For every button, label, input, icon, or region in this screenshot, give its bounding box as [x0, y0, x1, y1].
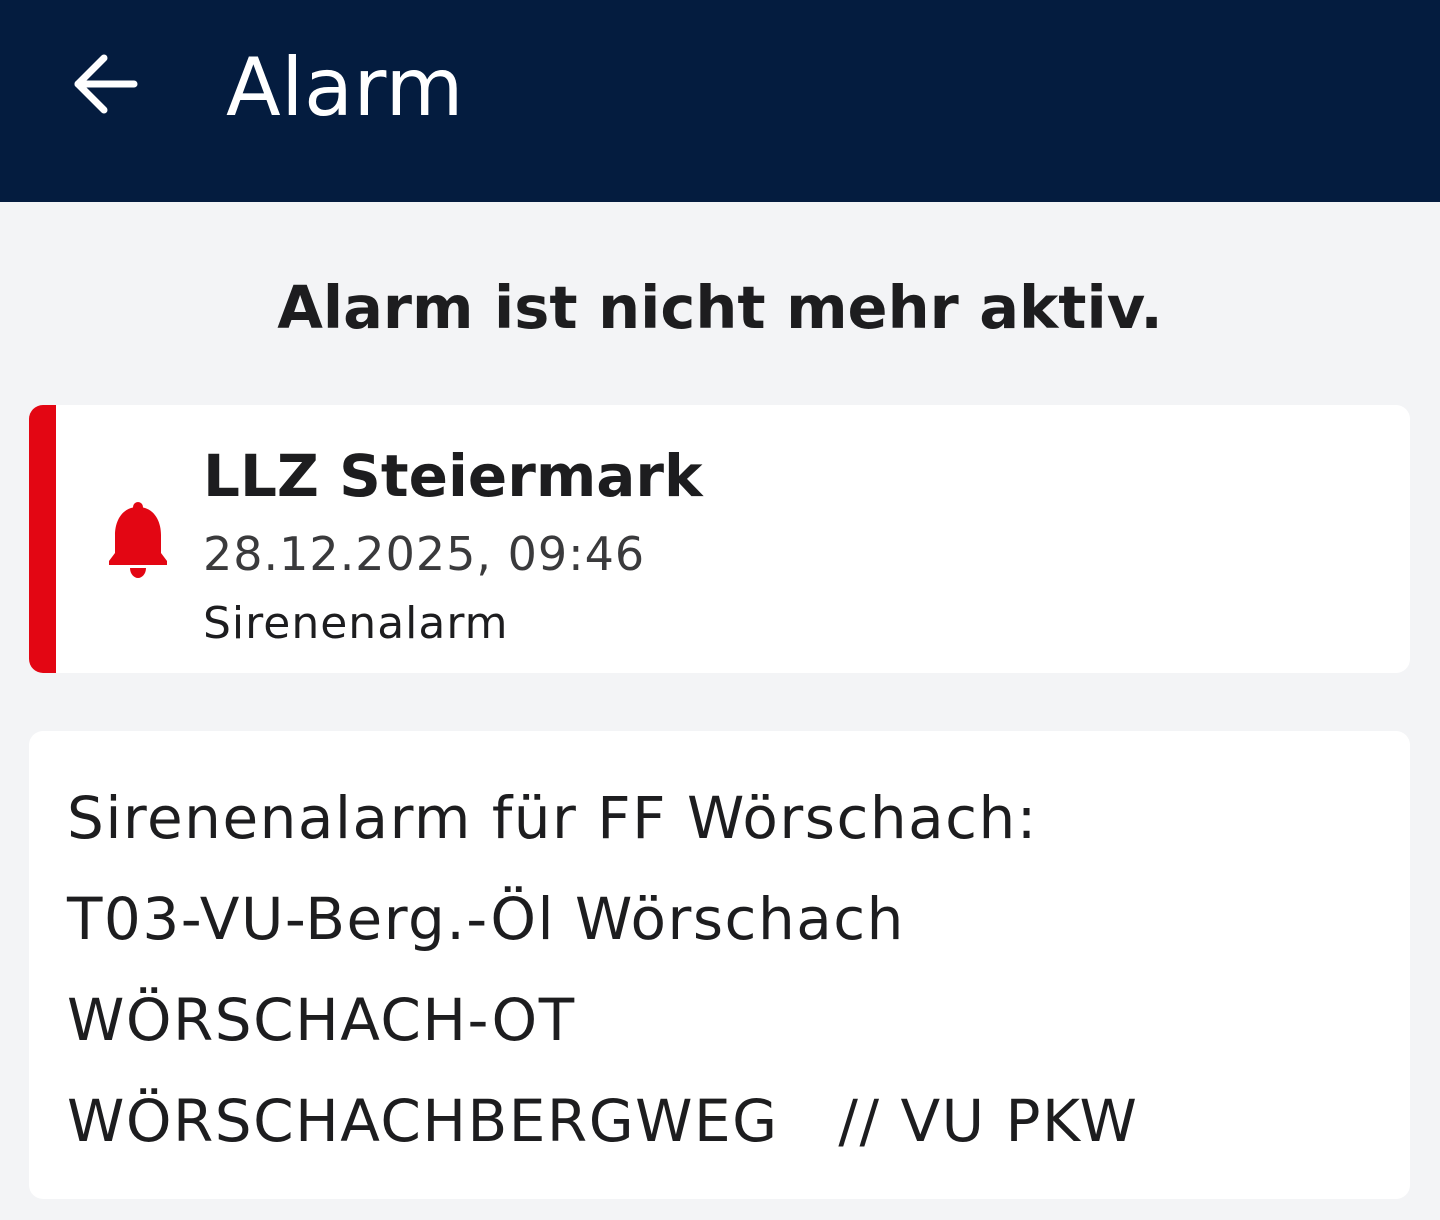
arrow-left-icon — [74, 54, 138, 114]
message-line: WÖRSCHACHBERGWEG // VU PKW — [67, 1087, 1139, 1155]
message-line: T03-VU-Berg.-Öl Wörschach — [67, 885, 905, 953]
alarm-card[interactable]: LLZ Steiermark 28.12.2025, 09:46 Sirenen… — [29, 405, 1410, 673]
page-title: Alarm — [226, 41, 464, 134]
alarm-source-title: LLZ Steiermark — [203, 442, 703, 510]
alarm-datetime: 28.12.2025, 09:46 — [203, 527, 646, 581]
bell-icon — [109, 502, 167, 578]
alarm-type: Sirenenalarm — [203, 598, 509, 649]
back-button[interactable] — [62, 40, 150, 128]
message-line: WÖRSCHACH-OT — [67, 986, 576, 1054]
alarm-status-text: Alarm ist nicht mehr aktiv. — [277, 273, 1163, 342]
app-bar: Alarm — [0, 0, 1440, 202]
message-line: Sirenenalarm für FF Wörschach: — [67, 784, 1038, 852]
alarm-accent-bar — [29, 405, 56, 673]
alarm-message-card: Sirenenalarm für FF Wörschach: T03-VU-Be… — [29, 731, 1410, 1199]
